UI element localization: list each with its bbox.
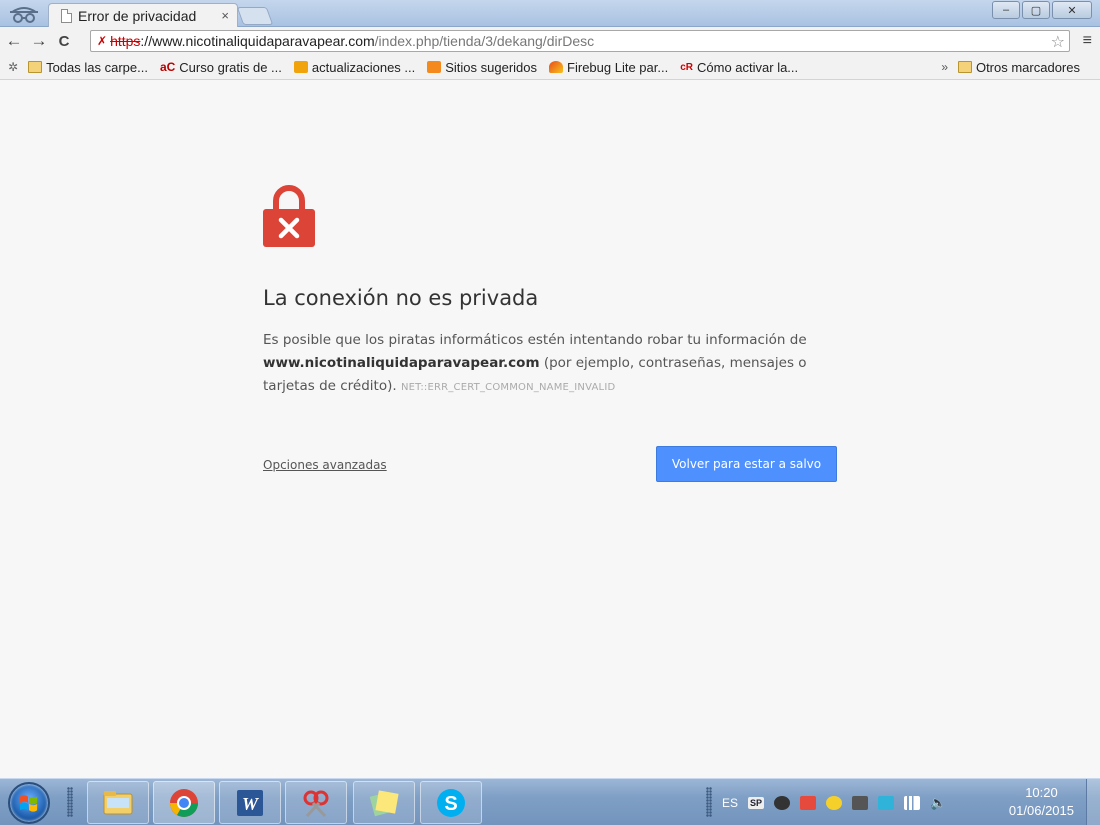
advanced-options-link[interactable]: Opciones avanzadas	[263, 458, 387, 472]
tray-flag-icon[interactable]	[852, 795, 869, 810]
other-bookmarks[interactable]: Otros marcadores	[957, 59, 1080, 75]
scissors-icon	[303, 790, 329, 817]
folder-icon	[957, 61, 972, 73]
taskbar-grip	[67, 787, 73, 817]
bookmark-item[interactable]: actualizaciones ...	[293, 59, 416, 75]
bookmark-item[interactable]: Firebug Lite par...	[549, 60, 668, 75]
svg-text:W: W	[242, 794, 260, 814]
windows-logo-icon	[19, 795, 38, 812]
word-icon: W	[237, 789, 263, 816]
new-tab-button[interactable]	[236, 7, 274, 25]
chrome-taskbar-button[interactable]	[153, 781, 215, 824]
bookmark-label: Firebug Lite par...	[567, 59, 669, 75]
chrome-menu-icon[interactable]: ≡	[1083, 32, 1092, 50]
start-button[interactable]	[8, 782, 50, 824]
address-bar[interactable]: ✗ https://www.nicotinaliquidaparavapear.…	[90, 30, 1070, 52]
red-padlock-icon	[263, 185, 315, 247]
ac-icon: aC	[159, 60, 176, 74]
window-controls: – ▢ ✕	[992, 1, 1092, 19]
bookmark-item[interactable]: Todas las carpe...	[28, 60, 148, 75]
skype-icon: S	[437, 788, 465, 817]
back-button[interactable]: ←	[3, 30, 25, 52]
browser-toolbar: ← → C ✗ https://www.nicotinaliquidaparav…	[0, 27, 1100, 55]
bookmark-label: Cómo activar la...	[697, 59, 799, 75]
bookmarks-overflow-icon[interactable]: »	[941, 60, 948, 74]
sticky-notes-icon	[369, 789, 399, 816]
close-window-button[interactable]: ✕	[1052, 1, 1092, 19]
folder-icon	[28, 61, 43, 73]
signal-icon[interactable]	[904, 795, 921, 810]
back-to-safety-button[interactable]: Volver para estar a salvo	[656, 446, 837, 482]
interstitial-page: La conexión no es privada Es posible que…	[0, 81, 1100, 778]
tab-close-icon[interactable]: ×	[221, 8, 229, 23]
folder-icon	[103, 790, 133, 814]
tray-lightbulb-icon[interactable]	[826, 795, 843, 810]
suggested-icon	[427, 61, 442, 73]
clock-date: 01/06/2015	[1008, 803, 1074, 818]
word-taskbar-button[interactable]: W	[219, 781, 281, 824]
sticky-notes-taskbar-button[interactable]	[353, 781, 415, 824]
page-title: La conexión no es privada	[263, 286, 539, 310]
explanation-part-1: Es posible que los piratas informáticos …	[263, 332, 807, 348]
show-desktop-button[interactable]	[1086, 779, 1100, 825]
bookmark-item[interactable]: aC Curso gratis de ...	[160, 60, 282, 75]
title-bar: Error de privacidad × – ▢ ✕	[0, 0, 1100, 27]
page-icon	[61, 8, 72, 23]
sp-icon[interactable]: SP	[748, 796, 765, 809]
apps-icon[interactable]: ✲	[8, 60, 18, 74]
skype-taskbar-button[interactable]: S	[420, 781, 482, 824]
tray-antivirus-icon[interactable]	[800, 795, 817, 810]
bookmark-label: Sitios sugeridos	[445, 59, 538, 75]
chrome-icon	[170, 788, 198, 817]
tray-grip	[706, 787, 712, 817]
clock-time: 10:20	[1025, 785, 1058, 800]
volume-icon[interactable]: 🔈	[930, 795, 946, 811]
bookmark-label: Todas las carpe...	[46, 59, 148, 75]
tray-app-icon[interactable]	[774, 795, 791, 810]
site-domain: www.nicotinaliquidaparavapear.com	[263, 355, 540, 371]
cr-icon: cR	[680, 61, 693, 73]
reload-button[interactable]: C	[53, 30, 75, 52]
maximize-button[interactable]: ▢	[1022, 1, 1050, 19]
bookmark-label: Otros marcadores	[975, 59, 1080, 75]
bookmark-label: actualizaciones ...	[311, 59, 416, 75]
tray-network-icon[interactable]	[878, 795, 895, 810]
error-code: NET::ERR_CERT_COMMON_NAME_INVALID	[400, 382, 616, 393]
url-path: /index.php/tienda/3/dekang/dirDesc	[374, 33, 595, 49]
bookmark-star-icon[interactable]: ☆	[1051, 32, 1065, 52]
incognito-icon	[10, 7, 38, 23]
forward-button[interactable]: →	[28, 30, 50, 52]
bookmarks-bar: ✲ Todas las carpe... aC Curso gratis de …	[0, 55, 1100, 80]
insecure-lock-icon[interactable]: ✗	[97, 34, 107, 48]
bookmark-item[interactable]: Sitios sugeridos	[427, 60, 537, 75]
url-scheme: https	[110, 33, 141, 49]
clock[interactable]: 10:20 01/06/2015	[1009, 784, 1074, 820]
windows-taskbar: W S ES SP 🔈 10:20 01/06/2015	[0, 778, 1100, 825]
explanation-text: Es posible que los piratas informáticos …	[263, 329, 838, 399]
bing-icon	[293, 61, 308, 73]
tab-error-privacidad[interactable]: Error de privacidad ×	[48, 3, 238, 27]
firebug-icon	[549, 61, 564, 73]
bookmark-label: Curso gratis de ...	[179, 59, 282, 75]
language-indicator[interactable]: ES	[722, 796, 738, 810]
tab-title: Error de privacidad	[78, 7, 197, 24]
system-tray: ES SP 🔈	[722, 779, 946, 825]
minimize-button[interactable]: –	[992, 1, 1020, 19]
svg-text:S: S	[444, 793, 457, 815]
snipping-tool-taskbar-button[interactable]	[285, 781, 347, 824]
explorer-taskbar-button[interactable]	[87, 781, 149, 824]
bookmark-item[interactable]: cR Cómo activar la...	[680, 60, 798, 75]
url-host: ://www.nicotinaliquidaparavapear.com	[140, 33, 375, 49]
